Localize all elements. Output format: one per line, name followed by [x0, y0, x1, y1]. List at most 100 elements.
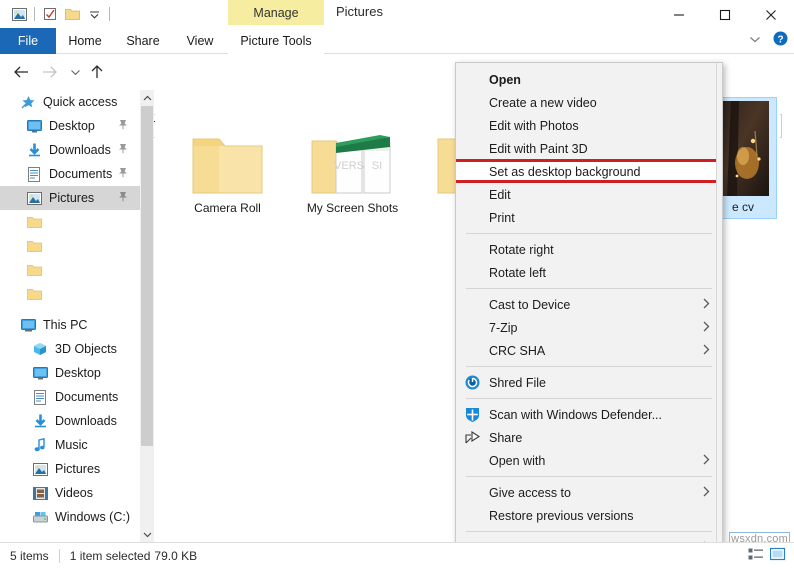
sidebar-item-desktop-qa[interactable]: Desktop: [0, 114, 140, 138]
sidebar-item-pictures-qa[interactable]: Pictures: [0, 186, 140, 210]
sidebar-item-windows-c[interactable]: Windows (C:): [0, 505, 140, 529]
documents-icon: [24, 166, 44, 182]
context-menu-edge: [716, 63, 722, 568]
sidebar-item-videos[interactable]: Videos: [0, 481, 140, 505]
tab-file[interactable]: File: [0, 28, 56, 54]
videos-icon: [30, 485, 50, 501]
pin-icon[interactable]: [118, 143, 128, 157]
menu-item-crc-sha[interactable]: CRC SHA: [456, 339, 722, 362]
help-icon[interactable]: ?: [773, 31, 788, 49]
up-arrow-icon[interactable]: [86, 62, 108, 82]
menu-item-share[interactable]: Share: [456, 426, 722, 449]
desktop-icon: [24, 118, 44, 134]
menu-item-label: CRC SHA: [489, 344, 545, 358]
menu-item-open-with[interactable]: Open with: [456, 449, 722, 472]
menu-item-print[interactable]: Print: [456, 206, 722, 229]
scroll-up-chevron-icon[interactable]: [140, 90, 154, 106]
menu-item-label: Open: [489, 73, 521, 87]
sidebar-item-3d-objects[interactable]: 3D Objects: [0, 337, 140, 361]
menu-separator-2: [466, 288, 712, 289]
folder-icon: [24, 214, 44, 230]
menu-item-open[interactable]: Open: [456, 68, 722, 91]
context-menu[interactable]: Open Create a new video Edit with Photos…: [455, 62, 723, 568]
folder-icon: [175, 102, 280, 197]
tab-home[interactable]: Home: [60, 28, 110, 54]
quick-access-toolbar: [8, 3, 114, 25]
back-arrow-icon[interactable]: [10, 62, 32, 82]
menu-item-rotate-right[interactable]: Rotate right: [456, 238, 722, 261]
share-icon: [464, 429, 481, 446]
quick-access-star-icon: [18, 94, 38, 110]
close-icon[interactable]: [748, 0, 794, 29]
menu-item-rotate-left[interactable]: Rotate left: [456, 261, 722, 284]
folder-icon: [24, 238, 44, 254]
menu-item-label: Rotate left: [489, 266, 546, 280]
file-item-my-screen-shots[interactable]: VERS SI My Screen Shots: [300, 102, 405, 215]
sidebar-item-documents-qa[interactable]: Documents: [0, 162, 140, 186]
large-icons-view-icon[interactable]: [770, 547, 786, 565]
details-view-icon[interactable]: [748, 547, 764, 565]
sidebar-item-documents[interactable]: Documents: [0, 385, 140, 409]
pin-icon[interactable]: [118, 167, 128, 181]
menu-item-edit-with-photos[interactable]: Edit with Photos: [456, 114, 722, 137]
menu-item-edit[interactable]: Edit: [456, 183, 722, 206]
file-item-label: My Screen Shots: [300, 201, 405, 215]
downloads-icon: [24, 142, 44, 158]
menu-item-label: Create a new video: [489, 96, 597, 110]
pin-icon[interactable]: [118, 191, 128, 205]
menu-item-set-as-desktop-background[interactable]: Set as desktop background: [456, 160, 722, 183]
maximize-icon[interactable]: [702, 0, 748, 29]
file-item-camera-roll[interactable]: Camera Roll: [175, 102, 280, 215]
new-folder-icon[interactable]: [61, 3, 83, 25]
sidebar-item-music[interactable]: Music: [0, 433, 140, 457]
menu-item-restore-previous-versions[interactable]: Restore previous versions: [456, 504, 722, 527]
sidebar-item-desktop[interactable]: Desktop: [0, 361, 140, 385]
menu-item-create-a-new-video[interactable]: Create a new video: [456, 91, 722, 114]
sidebar-item-pinned-folder-3[interactable]: [0, 258, 140, 282]
menu-item-label: Rotate right: [489, 243, 554, 257]
pictures-icon: [24, 190, 44, 206]
customize-chevron-icon[interactable]: [83, 3, 105, 25]
menu-item-cast-to-device[interactable]: Cast to Device: [456, 293, 722, 316]
tab-picture-tools[interactable]: Picture Tools: [228, 28, 324, 54]
navigation-pane-scrollbar[interactable]: [140, 90, 154, 542]
menu-item-give-access-to[interactable]: Give access to: [456, 481, 722, 504]
sidebar-item-downloads-qa[interactable]: Downloads: [0, 138, 140, 162]
folder-icon: [24, 286, 44, 302]
recent-locations-chevron-icon[interactable]: [64, 62, 86, 82]
menu-item-label: Open with: [489, 454, 545, 468]
sidebar-item-pictures[interactable]: Pictures: [0, 457, 140, 481]
menu-item-scan-with-windows-defender[interactable]: Scan with Windows Defender...: [456, 403, 722, 426]
sidebar-item-downloads[interactable]: Downloads: [0, 409, 140, 433]
svg-text:?: ?: [777, 34, 783, 45]
menu-item-shred-file[interactable]: Shred File: [456, 371, 722, 394]
minimize-icon[interactable]: [656, 0, 702, 29]
pictures-icon[interactable]: [8, 3, 30, 25]
downloads-icon: [30, 413, 50, 429]
view-mode-buttons: [748, 547, 786, 565]
menu-item-edit-with-paint-3d[interactable]: Edit with Paint 3D: [456, 137, 722, 160]
sidebar-item-label: Documents: [49, 167, 112, 181]
menu-item-label: Give access to: [489, 486, 571, 500]
tab-share[interactable]: Share: [118, 28, 168, 54]
status-item-count: 5 items: [0, 549, 59, 563]
tab-view[interactable]: View: [178, 28, 222, 54]
sidebar-group-quick-access[interactable]: Quick access: [0, 90, 140, 114]
ribbon-right-controls: ?: [749, 31, 788, 49]
sidebar-gap: [0, 306, 140, 313]
scroll-down-chevron-icon[interactable]: [140, 526, 154, 542]
sidebar-item-pinned-folder-1[interactable]: [0, 210, 140, 234]
shred-file-icon: [464, 374, 481, 391]
qat-divider-2: [109, 7, 110, 21]
properties-icon[interactable]: [39, 3, 61, 25]
sidebar-item-pinned-folder-2[interactable]: [0, 234, 140, 258]
chevron-down-icon[interactable]: [749, 33, 761, 47]
menu-separator-4: [466, 398, 712, 399]
sidebar-group-this-pc[interactable]: This PC: [0, 313, 140, 337]
sidebar-item-pinned-folder-4[interactable]: [0, 282, 140, 306]
scrollbar-thumb[interactable]: [141, 106, 153, 446]
menu-separator-1: [466, 233, 712, 234]
pin-icon[interactable]: [118, 119, 128, 133]
menu-item-7-zip[interactable]: 7-Zip: [456, 316, 722, 339]
navigation-pane: Quick access Desktop Downloads Doc: [0, 90, 140, 542]
